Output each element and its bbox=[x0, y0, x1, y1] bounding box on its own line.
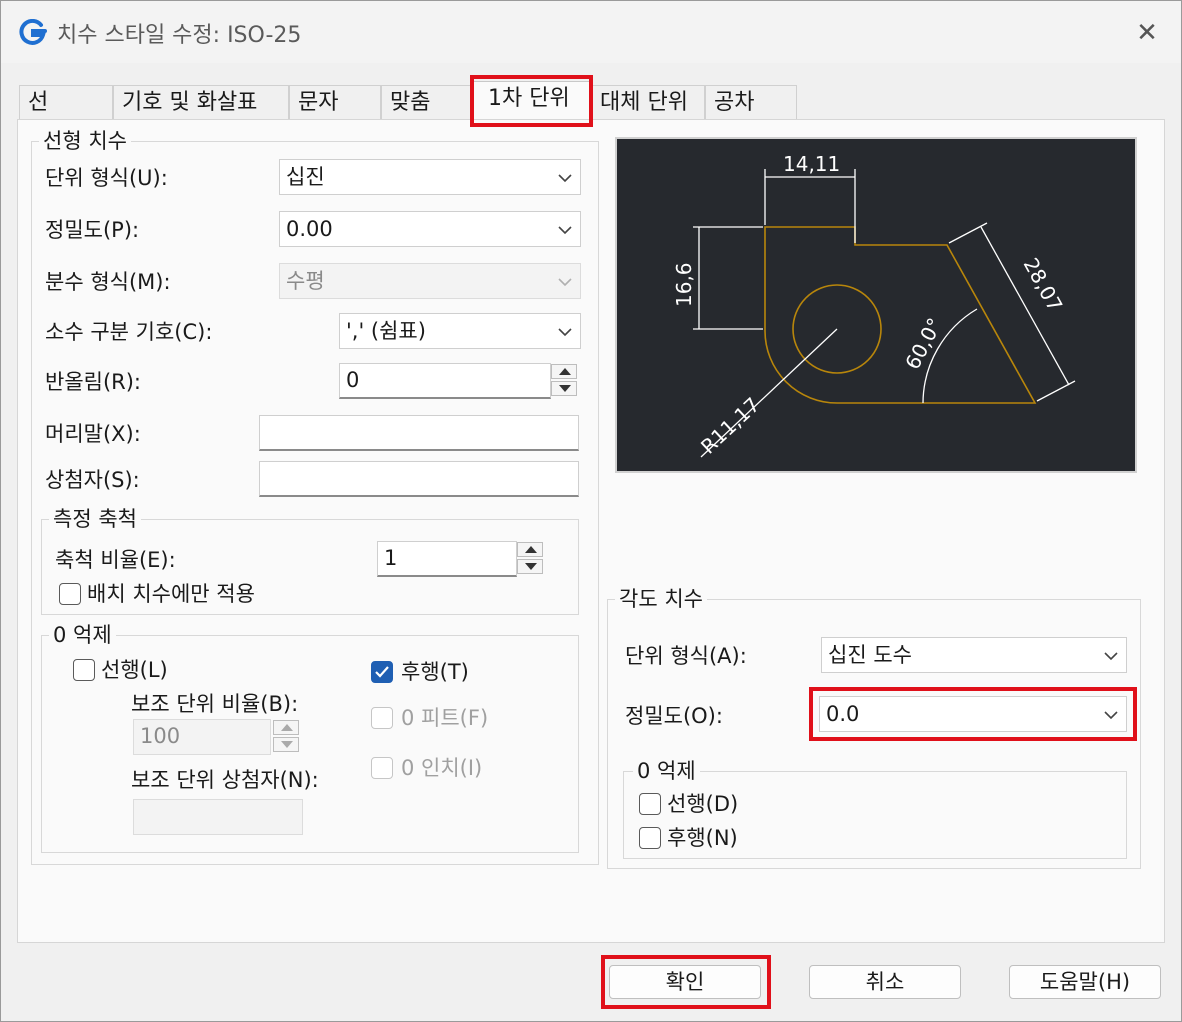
angular-leading-zero-checkbox[interactable] bbox=[639, 793, 661, 815]
tab-label: 선 bbox=[28, 90, 49, 115]
sub-unit-factor-value: 100 bbox=[140, 724, 181, 748]
app-logo-icon bbox=[19, 19, 47, 45]
precision-value: 0.00 bbox=[286, 217, 333, 241]
unit-format-label: 단위 형식(U): bbox=[45, 166, 168, 190]
unit-format-value: 십진 bbox=[286, 165, 325, 189]
fraction-format-label: 분수 형식(M): bbox=[45, 270, 171, 294]
angular-unit-format-label: 단위 형식(A): bbox=[625, 644, 747, 668]
sub-unit-factor-label: 보조 단위 비율(B): bbox=[131, 692, 299, 716]
scale-factor-input[interactable]: 1 bbox=[377, 541, 517, 577]
dim-radius-text: R11,17 bbox=[696, 393, 764, 459]
suffix-input[interactable] bbox=[259, 461, 579, 497]
angular-unit-format-value: 십진 도수 bbox=[828, 643, 912, 667]
angular-unit-format-select[interactable]: 십진 도수 bbox=[821, 637, 1127, 673]
sub-unit-suffix-label: 보조 단위 상첨자(N): bbox=[131, 768, 319, 792]
decimal-separator-label: 소수 구분 기호(C): bbox=[45, 320, 213, 344]
sub-unit-factor-spinner bbox=[271, 719, 301, 755]
unit-format-select[interactable]: 십진 bbox=[279, 159, 581, 195]
zero-feet-label: 0 피트(F) bbox=[401, 706, 489, 730]
decimal-separator-select[interactable]: ',' (쉼표) bbox=[339, 313, 581, 349]
highlight-tab-primary-units bbox=[470, 75, 593, 127]
zero-feet-checkbox bbox=[371, 707, 393, 729]
precision-select[interactable]: 0.00 bbox=[279, 211, 581, 247]
precision-label: 정밀도(P): bbox=[45, 218, 140, 242]
zero-inches-label: 0 인치(I) bbox=[401, 756, 483, 780]
scale-factor-label: 축척 비율(E): bbox=[55, 548, 176, 572]
highlight-ok-button bbox=[601, 955, 771, 1009]
dialog-window: 치수 스타일 수정: ISO-25 ✕ 선 기호 및 화살표 문자 맞춤 대체 … bbox=[0, 0, 1182, 1022]
angular-leading-zero-label: 선행(D) bbox=[667, 792, 739, 816]
trailing-zero-label: 후행(T) bbox=[401, 660, 469, 684]
highlight-angular-precision bbox=[809, 687, 1137, 741]
tab-label: 공차 bbox=[714, 90, 755, 115]
layout-only-checkbox[interactable] bbox=[59, 583, 81, 605]
tab-fit[interactable]: 맞춤 bbox=[381, 85, 473, 119]
sub-unit-suffix-input bbox=[133, 799, 303, 835]
angular-trailing-zero-checkbox[interactable] bbox=[639, 827, 661, 849]
dim-angle-text: 60,0° bbox=[900, 314, 947, 373]
preview-geometry bbox=[764, 226, 1037, 404]
spin-up-icon bbox=[273, 720, 299, 735]
tab-symbols-arrows[interactable]: 기호 및 화살표 bbox=[113, 85, 289, 119]
decimal-separator-value: ',' (쉼표) bbox=[346, 319, 426, 343]
chevron-down-icon bbox=[558, 328, 572, 337]
spin-up-icon[interactable] bbox=[517, 542, 543, 557]
round-off-label: 반올림(R): bbox=[45, 370, 142, 394]
layout-only-label: 배치 치수에만 적용 bbox=[87, 582, 255, 606]
round-off-value: 0 bbox=[346, 368, 360, 392]
angular-precision-label: 정밀도(O): bbox=[625, 704, 723, 728]
measurement-scale-label: 측정 축척 bbox=[49, 507, 141, 531]
dim-right-text: 28,07 bbox=[1019, 254, 1068, 316]
spin-down-icon bbox=[273, 737, 299, 752]
zero-inches-checkbox bbox=[371, 757, 393, 779]
chevron-down-icon bbox=[558, 174, 572, 183]
tab-label: 문자 bbox=[298, 90, 339, 115]
cancel-button[interactable]: 취소 bbox=[809, 965, 961, 999]
help-button[interactable]: 도움말(H) bbox=[1009, 965, 1161, 999]
help-button-label: 도움말(H) bbox=[1039, 970, 1131, 994]
dim-top-text: 14,11 bbox=[783, 152, 840, 176]
fraction-format-select: 수평 bbox=[279, 263, 581, 299]
chevron-down-icon bbox=[558, 226, 572, 235]
chevron-down-icon bbox=[558, 278, 572, 287]
scale-factor-value: 1 bbox=[384, 546, 398, 570]
spin-down-icon[interactable] bbox=[517, 559, 543, 574]
angular-dimensions-label: 각도 치수 bbox=[615, 587, 707, 611]
tab-tolerances[interactable]: 공차 bbox=[705, 85, 797, 119]
sub-unit-factor-input: 100 bbox=[133, 719, 271, 755]
tab-lines[interactable]: 선 bbox=[19, 85, 113, 119]
window-title: 치수 스타일 수정: ISO-25 bbox=[57, 23, 302, 48]
close-button[interactable]: ✕ bbox=[1127, 17, 1167, 49]
trailing-zero-checkbox[interactable] bbox=[371, 661, 393, 683]
chevron-down-icon bbox=[1104, 652, 1118, 661]
round-off-spinner[interactable] bbox=[549, 363, 579, 399]
checkmark-icon bbox=[375, 666, 389, 678]
scale-factor-spinner[interactable] bbox=[515, 541, 545, 577]
suffix-label: 상첨자(S): bbox=[45, 468, 140, 492]
cancel-button-label: 취소 bbox=[865, 970, 905, 994]
preview-drawing: 14,11 16,6 28,07 60,0° R11,17 bbox=[672, 152, 1076, 459]
round-off-input[interactable]: 0 bbox=[339, 363, 551, 399]
leading-zero-label: 선행(L) bbox=[101, 658, 168, 682]
fraction-format-value: 수평 bbox=[286, 269, 325, 293]
dim-left-text: 16,6 bbox=[672, 262, 696, 307]
tab-label: 기호 및 화살표 bbox=[122, 90, 258, 115]
linear-dimensions-label: 선형 치수 bbox=[39, 129, 131, 153]
prefix-label: 머리말(X): bbox=[45, 422, 141, 446]
spin-down-icon[interactable] bbox=[551, 381, 577, 396]
leading-zero-checkbox[interactable] bbox=[73, 659, 95, 681]
close-icon: ✕ bbox=[1136, 18, 1158, 48]
angular-trailing-zero-label: 후행(N) bbox=[667, 826, 738, 850]
dimension-preview: 14,11 16,6 28,07 60,0° R11,17 bbox=[615, 137, 1137, 473]
tab-label: 대체 단위 bbox=[600, 90, 688, 115]
spin-up-icon[interactable] bbox=[551, 364, 577, 379]
tab-alternate-units[interactable]: 대체 단위 bbox=[591, 85, 705, 119]
zero-suppression-linear-label: 0 억제 bbox=[49, 623, 116, 647]
prefix-input[interactable] bbox=[259, 415, 579, 451]
tab-label: 맞춤 bbox=[390, 90, 431, 115]
zero-suppression-angular-label: 0 억제 bbox=[633, 759, 700, 783]
tab-text[interactable]: 문자 bbox=[289, 85, 381, 119]
